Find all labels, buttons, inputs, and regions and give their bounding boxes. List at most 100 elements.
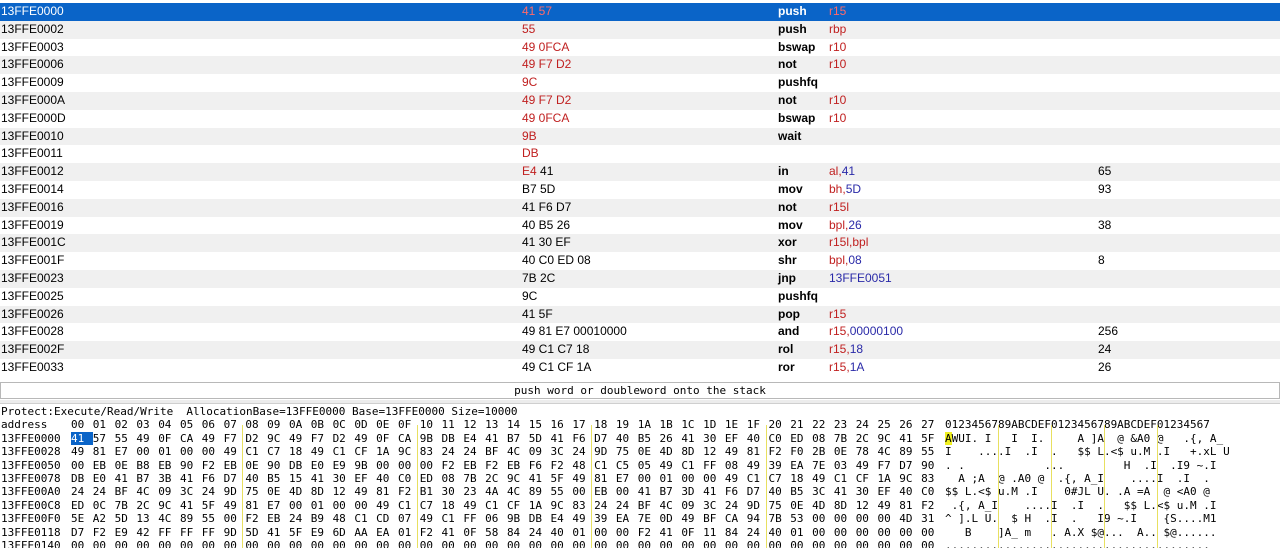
disasm-row[interactable]: 13FFE0002 55 push rbp bbox=[0, 20, 1280, 39]
dump-ascii[interactable]: A ;A @ .A0 @ .{, A_I ....I .I . bbox=[945, 472, 1210, 485]
disasm-bytes: 9C bbox=[522, 75, 538, 90]
ascii-column-separator bbox=[1050, 425, 1052, 548]
instruction-info-bar: push word or doubleword onto the stack bbox=[0, 382, 1280, 399]
dump-address: 13FFE0140 bbox=[1, 538, 61, 548]
disasm-bytes: 49 C1 C7 18 bbox=[522, 342, 590, 357]
disasm-operands: r15,1A bbox=[829, 359, 865, 374]
disasm-bytes: 9C bbox=[522, 288, 538, 303]
disasm-row[interactable]: 13FFE0026 41 5F pop r15 bbox=[0, 305, 1280, 324]
disasm-bytes: 41 F6 D7 bbox=[522, 199, 572, 214]
disasm-row[interactable]: 13FFE0014 B7 5D mov bh,5D 93 bbox=[0, 181, 1280, 199]
dump-ascii[interactable]: $$ L.<$ u.M .I 0#JL U. .A =A @ <A0 @ bbox=[945, 485, 1210, 498]
disasm-comment: 93 bbox=[1098, 181, 1112, 196]
dump-address: 13FFE0000 bbox=[1, 431, 61, 445]
disasm-bytes: 55 bbox=[522, 21, 536, 36]
disasm-mnemonic: bswap bbox=[778, 39, 816, 54]
dump-row[interactable]: 13FFE0050 00 EB 0E B8 EB 90 F2 EB 0E 90 DB E0 E9 9B 00 0… bbox=[0, 459, 1280, 472]
disasm-comment: 24 bbox=[1098, 342, 1112, 357]
disasm-mnemonic: ror bbox=[778, 359, 795, 374]
disasm-row[interactable]: 13FFE0003 49 0FCA bswap r10 bbox=[0, 39, 1280, 57]
disasm-bytes: 9B bbox=[522, 128, 537, 143]
dump-row[interactable]: 13FFE0028 49 81 E7 00 01 00 00 49 C1 C7 18 49 C1 CF 1A 9… bbox=[0, 445, 1280, 458]
pane-splitter[interactable] bbox=[0, 400, 1280, 404]
disasm-operands: r10 bbox=[829, 57, 847, 72]
disasm-row[interactable]: 13FFE0028 49 81 E7 00010000 and r15,0000010… bbox=[0, 323, 1280, 341]
disasm-address: 13FFE0012 bbox=[1, 164, 64, 179]
disasm-row[interactable]: 13FFE0011 DB bbox=[0, 145, 1280, 163]
dump-row[interactable]: 13FFE0140 00 00 00 00 00 00 00 00 00 00 00 00 00 00 00 0… bbox=[0, 539, 1280, 548]
disasm-row[interactable]: 13FFE000A 49 F7 D2 not r10 bbox=[0, 91, 1280, 110]
dump-ascii[interactable]: ^ ].L U. $ H .I . I9 ~.I {S....M1 bbox=[945, 512, 1217, 525]
dump-row[interactable]: 13FFE00F0 5E A2 5D 13 4C 89 55 00 F2 EB 24 B9 48 C1 CD 0… bbox=[0, 512, 1280, 525]
dump-row[interactable]: 13FFE0000 41 57 55 49 0F CA 49 F7 D2 9C 49 F7 D2 49 0F C… bbox=[0, 431, 1280, 446]
disasm-address: 13FFE0026 bbox=[1, 306, 64, 321]
dump-hex-bytes[interactable]: D7 F2 E9 42 FF FF FF 9D 5D 41 5F E9 6D AA EA 01 F2 41 0F 58… bbox=[71, 526, 943, 539]
disasm-row[interactable]: 13FFE0025 9C pushfq bbox=[0, 288, 1280, 306]
dump-ascii[interactable]: I ....I .I . $$ L.<$ u.M .I +.xL U bbox=[945, 445, 1230, 458]
disasm-mnemonic: push bbox=[778, 21, 807, 36]
dump-row[interactable]: 13FFE00C8 ED 0C 7B 2C 9C 41 5F 49 81 E7 00 01 00 00 49 C… bbox=[0, 499, 1280, 512]
disasm-operands: r10 bbox=[829, 110, 847, 125]
disasm-mnemonic: not bbox=[778, 57, 797, 72]
disasm-address: 13FFE002F bbox=[1, 342, 65, 357]
disasm-comment: 26 bbox=[1098, 359, 1112, 374]
dump-row[interactable]: 13FFE0078 DB E0 41 B7 3B 41 F6 D7 40 B5 15 41 30 EF 40 C… bbox=[0, 472, 1280, 485]
disasm-operands: r15,18 bbox=[829, 342, 864, 357]
disassembly-pane[interactable]: 13FFE0000 41 57 push r15 13FFE0002 55 push rbp 1… bbox=[0, 3, 1280, 380]
disasm-bytes: 49 F7 D2 bbox=[522, 92, 572, 107]
disasm-row[interactable]: 13FFE001C 41 30 EF xor r15l,bpl bbox=[0, 234, 1280, 253]
disasm-row[interactable]: 13FFE000D 49 0FCA bswap r10 bbox=[0, 110, 1280, 128]
disasm-address: 13FFE0000 bbox=[1, 4, 64, 18]
dump-hex-bytes[interactable]: DB E0 41 B7 3B 41 F6 D7 40 B5 15 41 30 EF 40 C0 ED 08 7B 2C… bbox=[71, 472, 943, 485]
disasm-row[interactable]: 13FFE0010 9B wait bbox=[0, 127, 1280, 146]
dump-hex-bytes[interactable]: 5E A2 5D 13 4C 89 55 00 F2 EB 24 B9 48 C1 CD 07 49 C1 FF 06… bbox=[71, 512, 943, 525]
dump-ascii[interactable]: ........................................ bbox=[945, 539, 1210, 548]
dump-header-offsets: 00 01 02 03 04 05 06 07 08 09 0A 0B 0C 0D 0E 0F 10 11 12 13… bbox=[71, 418, 935, 432]
disasm-row[interactable]: 13FFE0016 41 F6 D7 not r15l bbox=[0, 198, 1280, 217]
dump-header-row: address 00 01 02 03 04 05 06 07 08 09 0A 0B 0C 0D 0E 0F… bbox=[0, 418, 1280, 431]
dump-row[interactable]: 13FFE0118 D7 F2 E9 42 FF FF FF 9D 5D 41 5F E9 6D AA EA 0… bbox=[0, 526, 1280, 539]
disasm-row[interactable]: 13FFE0006 49 F7 D2 not r10 bbox=[0, 56, 1280, 75]
dump-ascii[interactable]: AWUI. I I I. A ]A @ &A0 @ .{, A_ bbox=[945, 431, 1223, 445]
disasm-operands: bpl,08 bbox=[829, 253, 862, 268]
disasm-row[interactable]: 13FFE001F 40 C0 ED 08 shr bpl,08 8 bbox=[0, 252, 1280, 270]
disasm-address: 13FFE000A bbox=[1, 92, 66, 107]
disasm-bytes: 49 C1 CF 1A bbox=[522, 359, 592, 374]
disasm-row[interactable]: 13FFE0012 E4 41 in al,41 65 bbox=[0, 163, 1280, 181]
dump-ascii[interactable]: . . ... H .I .I9 ~.I bbox=[945, 459, 1217, 472]
disasm-comment: 38 bbox=[1098, 217, 1112, 232]
disasm-row[interactable]: 13FFE0019 40 B5 26 mov bpl,26 38 bbox=[0, 217, 1280, 235]
disasm-row[interactable]: 13FFE0023 7B 2C jnp 13FFE0051 bbox=[0, 269, 1280, 288]
disasm-address: 13FFE0002 bbox=[1, 21, 64, 36]
disasm-mnemonic: not bbox=[778, 199, 797, 214]
dump-header-ascii: 0123456789ABCDEF0123456789ABCDEF01234567 bbox=[945, 418, 1210, 432]
disasm-mnemonic: and bbox=[778, 324, 800, 339]
disasm-address: 13FFE0006 bbox=[1, 57, 64, 72]
disasm-row[interactable]: 13FFE002F 49 C1 C7 18 rol r15,18 24 bbox=[0, 341, 1280, 359]
dump-address: 13FFE0078 bbox=[1, 471, 61, 485]
disasm-bytes: 41 5F bbox=[522, 306, 553, 321]
dump-hex-bytes[interactable]: 24 24 BF 4C 09 3C 24 9D 75 0E 4D 8D 12 49 81 F2 B1 30 23 4A… bbox=[71, 485, 943, 498]
disasm-bytes: 49 81 E7 00010000 bbox=[522, 324, 627, 339]
disasm-row[interactable]: 13FFE0000 41 57 push r15 bbox=[0, 3, 1280, 21]
disasm-address: 13FFE0011 bbox=[1, 146, 63, 161]
disasm-mnemonic: mov bbox=[778, 217, 803, 232]
disasm-operands: r10 bbox=[829, 92, 847, 107]
dump-ascii[interactable]: .{, A_I ....I .I . $$ L.<$ u.M .I bbox=[945, 499, 1217, 512]
dump-row[interactable]: 13FFE00A0 24 24 BF 4C 09 3C 24 9D 75 0E 4D 8D 12 49 81 F… bbox=[0, 485, 1280, 498]
dump-hex-bytes[interactable]: 00 00 00 00 00 00 00 00 00 00 00 00 00 00 00 00 00 00 00 00… bbox=[71, 539, 943, 548]
dump-hex-bytes[interactable]: 41 57 55 49 0F CA 49 F7 D2 9C 49 F7 D2 49 0F CA 9B DB E4 41… bbox=[71, 431, 943, 446]
disasm-operands: r15l bbox=[829, 199, 850, 214]
dump-hex-bytes[interactable]: ED 0C 7B 2C 9C 41 5F 49 81 E7 00 01 00 00 49 C1 C7 18 49 C1… bbox=[71, 499, 943, 512]
dump-hex-bytes[interactable]: 00 EB 0E B8 EB 90 F2 EB 0E 90 DB E0 E9 9B 00 00 00 F2 EB F2… bbox=[71, 459, 943, 472]
disasm-row[interactable]: 13FFE0033 49 C1 CF 1A ror r15,1A 26 bbox=[0, 359, 1280, 377]
disasm-mnemonic: bswap bbox=[778, 110, 816, 125]
memory-dump-pane[interactable]: Protect:Execute/Read/Write AllocationBas… bbox=[0, 405, 1280, 548]
dump-address: 13FFE00A0 bbox=[1, 485, 61, 499]
disasm-mnemonic: pushfq bbox=[778, 288, 818, 303]
dump-ascii[interactable]: B ]A_ m . A.X $@... A.. $@...... bbox=[945, 526, 1217, 539]
dump-hex-bytes[interactable]: 49 81 E7 00 01 00 00 49 C1 C7 18 49 C1 CF 1A 9C 83 24 24 BF… bbox=[71, 445, 943, 458]
disasm-bytes: 40 C0 ED 08 bbox=[522, 253, 591, 268]
disasm-row[interactable]: 13FFE0009 9C pushfq bbox=[0, 74, 1280, 92]
dump-address: 13FFE00F0 bbox=[1, 512, 61, 526]
